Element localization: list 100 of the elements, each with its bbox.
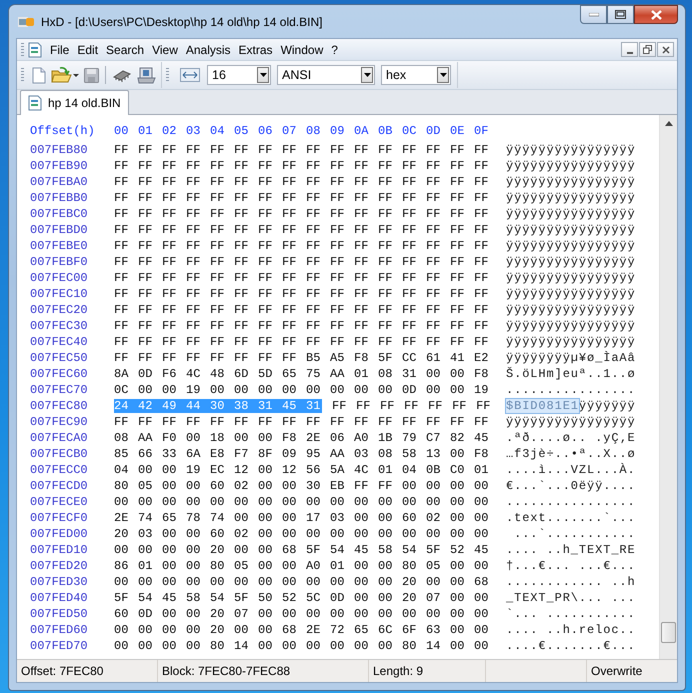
text-column: .text.......`... [506,511,636,525]
save-icon[interactable] [83,66,100,84]
close-icon [650,10,662,20]
text-column: ÿÿÿÿÿÿÿÿÿÿÿÿÿÿÿÿ [506,207,636,221]
menu-item[interactable]: File [46,40,74,59]
text-column: .... ..h_TEXT_RE [506,543,636,557]
column-header: 0E [450,124,466,138]
text-column: ÿÿÿÿÿÿÿÿÿÿÿÿÿÿÿÿ [506,319,636,333]
menu-item[interactable]: View [148,40,182,59]
column-header: 05 [234,124,250,138]
minimize-icon [588,12,598,16]
hex-bytes: FF FF FF FF FF FF FF [332,399,490,413]
menu-item[interactable]: ? [327,40,342,59]
hex-bytes: 00 00 00 00 20 00 00 68 2E 72 65 6C 6F 63 00 00 [114,623,488,637]
open-folder-icon[interactable] [50,66,80,84]
text-column: `... ........... [506,607,636,621]
bytes-per-row-dropdown[interactable]: 16 [207,65,271,85]
hex-bytes: 2E 74 65 78 74 00 00 00 17 03 00 00 60 02 00 00 [114,511,488,525]
menu-item[interactable]: Extras [234,40,277,59]
new-file-icon[interactable] [31,66,47,84]
minimize-document-button[interactable] [621,42,638,57]
scroll-up-arrow-icon[interactable] [664,121,672,126]
app-logo-icon [17,14,35,28]
row-offset: 007FED50 [30,607,89,621]
hex-bytes: 20 03 00 00 60 02 00 00 00 00 00 00 00 00 00 00 [114,527,488,541]
hex-bytes: 80 05 00 00 60 02 00 00 30 EB FF FF 00 00 00 00 [114,479,488,493]
hex-bytes: 5F 54 45 58 54 5F 50 52 5C 0D 00 00 20 07 00 00 [114,591,488,605]
text-column: _TEXT_PR\... ... [506,591,636,605]
row-offset: 007FEC80 [30,399,89,413]
character-set-dropdown[interactable]: ANSI [277,65,375,85]
column-header: 0A [354,124,370,138]
hex-bytes: FF FF FF FF FF FF FF FF FF FF FF FF FF FF FF FF [114,175,488,189]
status-mode: Overwrite [590,663,644,680]
text-column: €...`...0ëÿÿ.... [506,479,636,493]
text-column: ÿÿÿÿÿÿÿÿÿÿÿÿÿÿÿÿ [506,159,636,173]
vertical-scrollbar[interactable] [659,115,677,659]
column-width-icon [180,68,200,82]
row-offset: 007FECC0 [30,463,89,477]
hex-bytes: FF FF FF FF FF FF FF FF FF FF FF FF FF FF FF FF [114,255,488,269]
row-offset: 007FEBB0 [30,191,89,205]
column-header: 07 [282,124,298,138]
text-column: ÿÿÿÿÿÿÿÿÿÿÿÿÿÿÿÿ [506,239,636,253]
document-icon [28,95,42,111]
hex-bytes: FF FF FF FF FF FF FF FF FF FF FF FF FF FF FF FF [114,239,488,253]
row-offset: 007FECF0 [30,511,89,525]
tab-label: hp 14 old.BIN [48,96,121,110]
row-offset: 007FEB80 [30,143,89,157]
text-column: ÿÿÿÿÿÿÿÿÿÿÿÿÿÿÿÿ [506,175,636,189]
column-header: 04 [210,124,226,138]
text-column: ....€.......€... [506,639,636,653]
menu-item[interactable]: Analysis [182,40,235,59]
restore-document-button[interactable] [639,42,656,57]
row-offset: 007FED20 [30,559,89,573]
row-offset: 007FEC30 [30,319,89,333]
hex-bytes: 00 00 00 00 00 00 00 00 00 00 00 00 20 00 00 68 [114,575,488,589]
hex-bytes: FF FF FF FF FF FF FF FF FF FF FF FF FF FF FF FF [114,223,488,237]
scrollbar-thumb[interactable] [661,622,676,643]
document-icon [28,42,42,58]
minimize-button[interactable] [580,5,607,24]
row-offset: 007FEC00 [30,271,89,285]
minimize-icon [626,52,632,54]
offset-base-dropdown[interactable]: hex [381,65,451,85]
row-offset: 007FED30 [30,575,89,589]
row-offset: 007FEC70 [30,383,89,397]
text-column: ÿÿÿÿÿÿÿÿÿÿÿÿÿÿÿÿ [506,271,636,285]
row-offset: 007FEBF0 [30,255,89,269]
column-header: 0D [426,124,442,138]
text-column: ÿÿÿÿÿÿÿ [578,399,636,413]
column-header: 02 [162,124,178,138]
text-column: ÿÿÿÿÿÿÿÿÿÿÿÿÿÿÿÿ [506,287,636,301]
hex-bytes: FF FF FF FF FF FF FF FF FF FF FF FF FF FF FF FF [114,287,488,301]
row-offset: 007FED10 [30,543,89,557]
row-offset: 007FED00 [30,527,89,541]
row-offset: 007FECD0 [30,479,89,493]
text-column: †...€... ...€... [506,559,636,573]
close-document-button[interactable] [657,42,674,57]
hex-bytes: 0C 00 00 19 00 00 00 00 00 00 00 00 0D 00 00 19 [114,383,488,397]
hex-bytes: FF FF FF FF FF FF FF FF FF FF FF FF FF FF FF FF [114,191,488,205]
restore-icon [643,45,652,54]
disk-drive-icon[interactable] [136,65,158,85]
hex-bytes: FF FF FF FF FF FF FF FF FF FF FF FF FF FF FF FF [114,207,488,221]
column-header: 08 [306,124,322,138]
row-offset: 007FEBD0 [30,223,89,237]
hex-bytes: FF FF FF FF FF FF FF FF FF FF FF FF FF FF FF FF [114,319,488,333]
menu-item[interactable]: Search [102,40,148,59]
text-column: ÿÿÿÿÿÿÿÿÿÿÿÿÿÿÿÿ [506,191,636,205]
column-header: 0F [474,124,490,138]
menu-item[interactable]: Edit [73,40,102,59]
text-column: ÿÿÿÿÿÿÿÿÿÿÿÿÿÿÿÿ [506,223,636,237]
text-column: ÿÿÿÿÿÿÿÿÿÿÿÿÿÿÿÿ [506,415,636,429]
text-column: .... ..h.reloc.. [506,623,636,637]
text-column: ....ì...VZL...À. [506,463,636,477]
column-header: 0C [402,124,418,138]
file-tab[interactable]: hp 14 old.BIN [20,90,129,115]
close-button[interactable] [634,5,678,24]
column-header: 01 [138,124,154,138]
text-column: …f3jè÷..•ª..X..ø [506,447,636,461]
row-offset: 007FECB0 [30,447,89,461]
maximize-button[interactable] [607,5,634,24]
menu-item[interactable]: Window [276,40,328,59]
